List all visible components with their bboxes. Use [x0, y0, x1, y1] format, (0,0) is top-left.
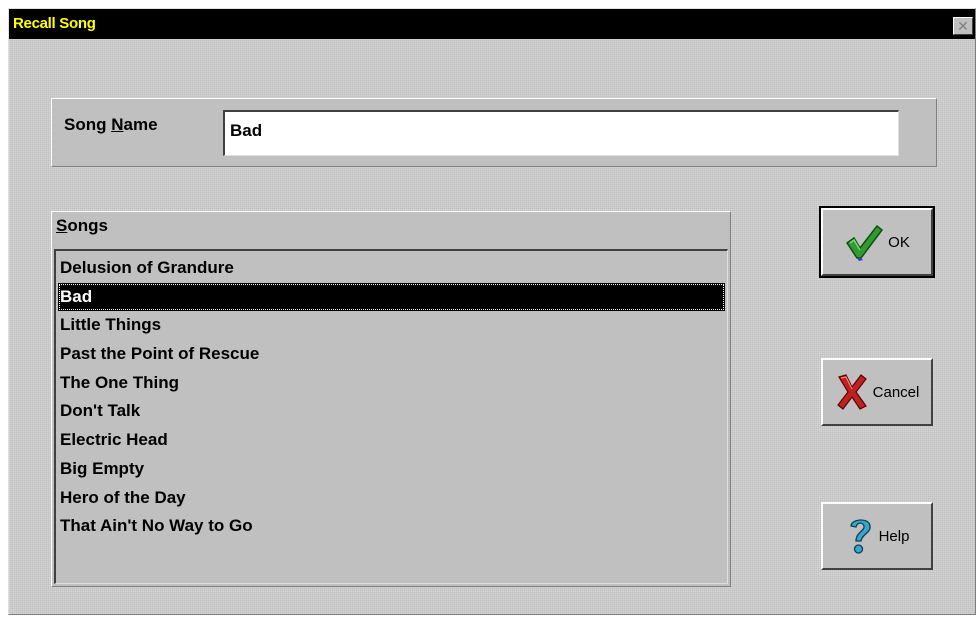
- window-title: Recall Song: [13, 15, 96, 32]
- list-item-selected[interactable]: Bad: [58, 282, 725, 312]
- cancel-button[interactable]: Cancel: [821, 358, 933, 426]
- song-name-label: Song Name: [64, 115, 158, 134]
- songs-listbox[interactable]: Delusion of Grandure Bad Little Things Past…: [54, 249, 728, 584]
- list-item[interactable]: The One Thing: [58, 369, 725, 398]
- ok-button[interactable]: OK: [819, 206, 935, 278]
- recall-song-dialog: Recall Song ✕ Song Name Bad Songs Delusi…: [8, 8, 976, 615]
- question-mark-icon: [845, 516, 875, 556]
- list-item[interactable]: Hero of the Day: [58, 484, 725, 513]
- close-button[interactable]: ✕: [953, 17, 973, 35]
- help-button[interactable]: Help: [821, 502, 933, 570]
- red-x-icon: [835, 373, 869, 411]
- list-item[interactable]: That Ain't No Way to Go: [58, 512, 725, 541]
- songs-panel: Songs Delusion of Grandure Bad Little Thin…: [51, 211, 731, 587]
- close-icon: ✕: [957, 18, 969, 34]
- song-name-input[interactable]: Bad: [223, 110, 899, 156]
- list-item[interactable]: Little Things: [58, 311, 725, 340]
- ok-button-label: OK: [888, 233, 910, 251]
- list-item[interactable]: Delusion of Grandure: [58, 254, 725, 283]
- song-name-panel: Song Name Bad: [51, 98, 937, 167]
- title-bar[interactable]: Recall Song ✕: [9, 9, 975, 39]
- cancel-button-label: Cancel: [872, 383, 920, 401]
- list-item[interactable]: Electric Head: [58, 426, 725, 455]
- songs-label: Songs: [56, 216, 108, 235]
- list-item[interactable]: Big Empty: [58, 455, 725, 484]
- list-item[interactable]: Past the Point of Rescue: [58, 340, 725, 369]
- help-button-label: Help: [878, 527, 910, 545]
- list-item[interactable]: Don't Talk: [58, 397, 725, 426]
- checkmark-icon: [844, 223, 884, 261]
